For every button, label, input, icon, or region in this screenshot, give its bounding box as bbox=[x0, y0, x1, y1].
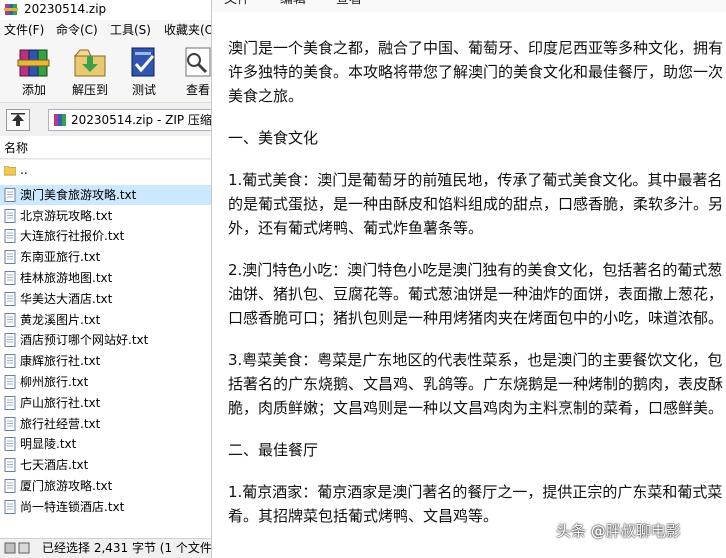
file-row[interactable]: 桂林旅游地图.txt bbox=[0, 268, 212, 288]
file-row[interactable]: 旅行社经营.txt bbox=[0, 414, 212, 434]
section-heading: 二、最佳餐厅 bbox=[228, 441, 319, 459]
archive-path-field[interactable]: 20230514.zip - ZIP 压缩 bbox=[48, 109, 212, 131]
text-file-icon bbox=[4, 437, 16, 451]
text-file-icon bbox=[4, 500, 16, 514]
text-file-icon bbox=[4, 375, 16, 389]
file-row[interactable]: 庐山旅行社.txt bbox=[0, 393, 212, 413]
text-file-icon bbox=[4, 479, 16, 493]
file-name: 明显陵.txt bbox=[20, 437, 77, 451]
view-icon bbox=[185, 47, 211, 77]
text-paragraph: 澳门是一个美食之都，融合了中国、葡萄牙、印度尼西亚等多种文化，拥有许多独特的美食… bbox=[228, 39, 724, 105]
text-file-icon bbox=[4, 313, 16, 327]
file-row[interactable]: 华美达大酒店.txt bbox=[0, 289, 212, 309]
text-file-icon bbox=[4, 188, 16, 202]
file-row[interactable]: 明显陵.txt bbox=[0, 434, 212, 454]
test-button[interactable]: 测试 bbox=[120, 44, 168, 100]
add-button[interactable]: 添加 bbox=[10, 44, 58, 100]
file-row[interactable]: 东南亚旅行.txt bbox=[0, 247, 212, 267]
notepad-menu-view[interactable]: 查看 bbox=[336, 0, 362, 9]
test-icon bbox=[131, 47, 155, 77]
file-name: 黄龙溪图片.txt bbox=[20, 313, 101, 327]
text-file-icon bbox=[4, 229, 16, 243]
text-file-icon bbox=[4, 250, 16, 264]
file-name: 七天酒店.txt bbox=[20, 458, 89, 472]
text-file-icon bbox=[4, 458, 16, 472]
up-folder-button[interactable] bbox=[6, 109, 30, 131]
text-paragraph: 2.澳门特色小吃：澳门特色小吃是澳门独有的美食文化，包括著名的葡式葱油饼、猪扒包… bbox=[228, 261, 724, 327]
file-name: 尚一特连锁酒店.txt bbox=[20, 500, 125, 514]
file-name: 柳州旅行.txt bbox=[20, 375, 89, 389]
file-row[interactable]: 北京游玩攻略.txt bbox=[0, 206, 212, 226]
notepad-menu-bar: 文件 编辑 查看 bbox=[212, 0, 726, 12]
text-file-icon bbox=[4, 209, 16, 223]
up-arrow-icon bbox=[11, 113, 25, 126]
text-file-icon bbox=[4, 292, 16, 306]
file-list: .. 澳门美食旅游攻略.txt 北京游玩攻略.txt 大连旅行社报价.txt 东南亚旅… bbox=[0, 160, 212, 538]
file-row[interactable]: 大连旅行社报价.txt bbox=[0, 226, 212, 246]
text-file-icon bbox=[4, 417, 16, 431]
menu-favorites[interactable]: 收藏夹(O) bbox=[164, 20, 212, 40]
file-name: 东南亚旅行.txt bbox=[20, 250, 101, 264]
archive-window: 20230514.zip 文件(F) 命令(C) 工具(S) 收藏夹(O) 添加… bbox=[0, 0, 212, 558]
file-row[interactable]: 酒店预订哪个网站好.txt bbox=[0, 330, 212, 350]
archive-address-bar: 20230514.zip - ZIP 压缩 bbox=[0, 104, 212, 134]
column-header-name[interactable]: 名称 bbox=[4, 134, 28, 162]
text-paragraph: 3.粤菜美食：粤菜是广东地区的代表性菜系，也是澳门的主要餐饮文化，包括著名的广东… bbox=[228, 351, 724, 417]
notepad-menu-file[interactable]: 文件 bbox=[224, 0, 250, 9]
notepad-text-area[interactable]: 澳门是一个美食之都，融合了中国、葡萄牙、印度尼西亚等多种文化，拥有许多独特的美食… bbox=[228, 36, 723, 546]
archive-toolbar: 添加 解压到 测试 查看 bbox=[0, 40, 212, 103]
status-text: 已经选择 2,431 字节 (1 个文件 bbox=[42, 541, 212, 555]
notepad-menu-edit[interactable]: 编辑 bbox=[280, 0, 306, 9]
text-paragraph: 1.葡式美食：澳门是葡萄牙的前殖民地，传承了葡式美食文化。其中最著名的是葡式蛋挞… bbox=[228, 171, 724, 237]
file-row[interactable]: 柳州旅行.txt bbox=[0, 372, 212, 392]
file-row[interactable]: 澳门美食旅游攻略.txt bbox=[0, 185, 212, 205]
archive-menu-bar: 文件(F) 命令(C) 工具(S) 收藏夹(O) bbox=[0, 20, 212, 40]
file-name: 北京游玩攻略.txt bbox=[20, 209, 113, 223]
menu-file[interactable]: 文件(F) bbox=[4, 20, 44, 40]
zip-archive-icon bbox=[54, 114, 66, 126]
file-name: 厦门旅游攻略.txt bbox=[20, 479, 113, 493]
parent-folder-row[interactable]: .. bbox=[0, 160, 212, 180]
archive-status-bar: 已经选择 2,431 字节 (1 个文件 bbox=[0, 538, 212, 558]
file-row[interactable]: 尚一特连锁酒店.txt bbox=[0, 497, 212, 517]
file-name: 华美达大酒店.txt bbox=[20, 292, 113, 306]
winrar-books-icon bbox=[4, 4, 18, 15]
file-row[interactable]: 七天酒店.txt bbox=[0, 455, 212, 475]
archive-path-text: 20230514.zip - ZIP 压缩 bbox=[71, 113, 212, 127]
archive-title-bar: 20230514.zip bbox=[0, 0, 212, 20]
file-row[interactable]: 黄龙溪图片.txt bbox=[0, 310, 212, 330]
menu-commands[interactable]: 命令(C) bbox=[56, 20, 98, 40]
text-file-icon bbox=[4, 333, 16, 347]
file-name: 大连旅行社报价.txt bbox=[20, 229, 125, 243]
view-button[interactable]: 查看 bbox=[174, 44, 212, 100]
file-name: 庐山旅行社.txt bbox=[20, 396, 101, 410]
archive-title: 20230514.zip bbox=[24, 2, 107, 16]
file-name: 旅行社经营.txt bbox=[20, 417, 101, 431]
watermark: 头条 @胖叔聊电影 bbox=[556, 522, 681, 540]
column-header: 名称 bbox=[0, 136, 212, 159]
extract-to-icon bbox=[73, 49, 106, 77]
file-name: 康辉旅行社.txt bbox=[20, 354, 101, 368]
text-file-icon bbox=[4, 271, 16, 285]
file-name: 澳门美食旅游攻略.txt bbox=[20, 188, 137, 202]
extract-to-button[interactable]: 解压到 bbox=[66, 44, 114, 100]
file-row[interactable]: 康辉旅行社.txt bbox=[0, 351, 212, 371]
file-name: 酒店预订哪个网站好.txt bbox=[20, 333, 149, 347]
section-heading: 一、美食文化 bbox=[228, 129, 319, 147]
text-file-icon bbox=[4, 354, 16, 368]
menu-tools[interactable]: 工具(S) bbox=[110, 20, 151, 40]
add-books-icon bbox=[17, 49, 50, 77]
file-name: 桂林旅游地图.txt bbox=[20, 271, 113, 285]
file-row[interactable]: 厦门旅游攻略.txt bbox=[0, 476, 212, 496]
folder-icon bbox=[4, 166, 16, 176]
drive-status-icon bbox=[4, 542, 30, 554]
notepad-window: 文件 编辑 查看 澳门是一个美食之都，融合了中国、葡萄牙、印度尼西亚等多种文化，… bbox=[211, 0, 726, 558]
text-file-icon bbox=[4, 396, 16, 410]
